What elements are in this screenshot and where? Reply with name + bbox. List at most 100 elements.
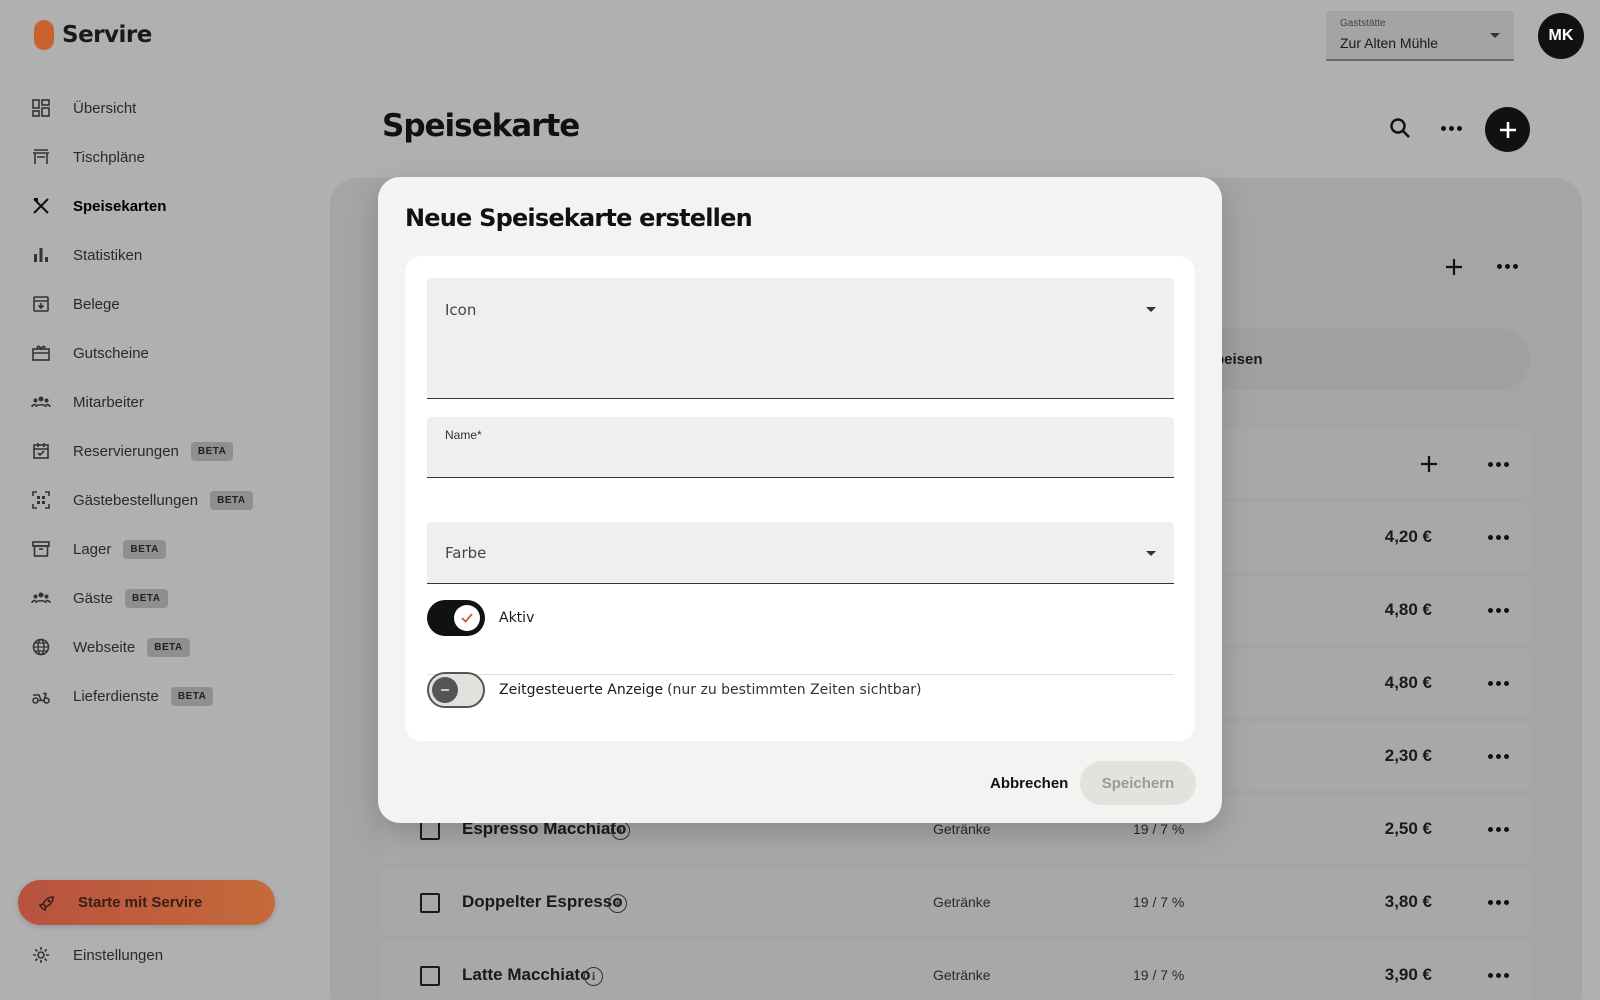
row-checkbox[interactable] xyxy=(420,966,440,986)
name-field[interactable]: Name* xyxy=(427,417,1174,478)
dashboard-icon xyxy=(30,97,52,119)
dialog-form: Icon Name* Farbe Aktiv Zeitgesteuerte An… xyxy=(405,256,1195,741)
row-more-icon[interactable] xyxy=(1486,965,1510,985)
row-checkbox[interactable] xyxy=(420,893,440,913)
info-icon[interactable]: i xyxy=(608,894,627,913)
app-logo[interactable]: Servire xyxy=(34,20,152,50)
staff-icon xyxy=(30,391,52,413)
icon-select[interactable]: Icon xyxy=(427,278,1174,399)
beta-badge: BETA xyxy=(123,539,166,559)
sidebar-item-lieferdienste[interactable]: Lieferdienste BETA xyxy=(30,680,320,712)
archive-icon xyxy=(30,538,52,560)
sidebar-item-label: Übersicht xyxy=(73,99,137,117)
row-more-icon[interactable] xyxy=(1486,673,1510,693)
info-icon[interactable]: i xyxy=(584,967,603,986)
beta-badge: BETA xyxy=(190,441,234,461)
sidebar-item-belege[interactable]: Belege xyxy=(30,288,320,320)
gear-icon xyxy=(30,944,52,966)
timed-toggle-row: Zeitgesteuerte Anzeige (nur zu bestimmte… xyxy=(427,670,1174,710)
item-tax: 19 / 7 % xyxy=(1133,821,1185,837)
add-item-icon[interactable] xyxy=(1420,455,1438,477)
color-select[interactable]: Farbe xyxy=(427,522,1174,584)
add-category-icon[interactable] xyxy=(1444,257,1464,277)
row-more-icon[interactable] xyxy=(1486,892,1510,912)
row-more-icon[interactable] xyxy=(1486,819,1510,839)
save-button[interactable]: Speichern xyxy=(1080,761,1196,805)
header-more-icon[interactable] xyxy=(1486,454,1510,474)
item-price: 3,90 € xyxy=(1384,965,1432,984)
active-toggle-label: Aktiv xyxy=(499,610,535,626)
sidebar-item-label: Statistiken xyxy=(73,246,143,264)
sidebar-item-label: Tischpläne xyxy=(73,148,145,166)
category-more-icon[interactable] xyxy=(1497,264,1518,269)
timed-display-toggle[interactable] xyxy=(427,672,485,708)
item-category: Getränke xyxy=(933,821,991,837)
chevron-down-icon xyxy=(1490,33,1500,38)
item-name: Latte Macchiato xyxy=(462,965,591,984)
sidebar-item-speisekarten[interactable]: Speisekarten xyxy=(30,190,320,222)
item-price: 4,80 € xyxy=(1384,673,1432,692)
check-icon xyxy=(454,605,480,631)
sidebar-item-label: Gäste xyxy=(73,589,114,607)
row-more-icon[interactable] xyxy=(1486,527,1510,547)
row-checkbox[interactable] xyxy=(420,820,440,840)
sidebar-item-mitarbeiter[interactable]: Mitarbeiter xyxy=(30,386,320,418)
item-name: Doppelter Espresso xyxy=(462,892,623,911)
calendar-icon xyxy=(30,440,52,462)
table-row[interactable]: Doppelter Espresso i Getränke 19 / 7 % 3… xyxy=(382,868,1530,936)
cancel-button[interactable]: Abbrechen xyxy=(990,775,1068,792)
more-options-icon[interactable] xyxy=(1441,126,1462,131)
sidebar-item-gutscheine[interactable]: Gutscheine xyxy=(30,337,320,369)
bar-chart-icon xyxy=(30,244,52,266)
sidebar-item-lager[interactable]: Lager BETA xyxy=(30,533,320,565)
sidebar-item-statistiken[interactable]: Statistiken xyxy=(30,239,320,271)
venue-select[interactable]: Gaststätte Zur Alten Mühle xyxy=(1326,11,1514,61)
guests-icon xyxy=(30,587,52,609)
sidebar-item-label: Mitarbeiter xyxy=(73,393,144,411)
start-servire-label: Starte mit Servire xyxy=(78,894,203,911)
icon-select-label: Icon xyxy=(445,301,477,319)
qr-code-icon xyxy=(30,489,52,511)
beta-badge: BETA xyxy=(210,490,253,510)
sidebar-item-label: Belege xyxy=(73,295,120,313)
sidebar-item-einstellungen[interactable]: Einstellungen xyxy=(30,944,163,966)
sidebar-item-label: Speisekarten xyxy=(73,197,167,215)
logo-mark-icon xyxy=(34,20,54,50)
name-input[interactable] xyxy=(445,447,1145,469)
chevron-down-icon xyxy=(1146,551,1156,556)
active-toggle[interactable] xyxy=(427,600,485,636)
search-icon[interactable] xyxy=(1387,115,1413,141)
item-tax: 19 / 7 % xyxy=(1133,967,1185,983)
row-more-icon[interactable] xyxy=(1486,600,1510,620)
sidebar-item-label: Gutscheine xyxy=(73,344,149,362)
row-more-icon[interactable] xyxy=(1486,746,1510,766)
beta-badge: BETA xyxy=(125,588,168,608)
sidebar-item-gaestebestellungen[interactable]: Gästebestellungen BETA xyxy=(30,484,320,516)
sidebar-item-reservierungen[interactable]: Reservierungen BETA xyxy=(30,435,320,467)
sidebar-item-label: Lager xyxy=(73,540,112,558)
color-select-label: Farbe xyxy=(445,544,487,562)
sidebar-item-webseite[interactable]: Webseite BETA xyxy=(30,631,320,663)
table-row[interactable]: Latte Macchiato i Getränke 19 / 7 % 3,90… xyxy=(382,941,1530,1000)
add-menu-button[interactable] xyxy=(1485,107,1530,152)
timed-toggle-hint: (nur zu bestimmten Zeiten sichtbar) xyxy=(667,682,922,698)
sidebar-item-tischplaene[interactable]: Tischpläne xyxy=(30,141,320,173)
sidebar-item-gaeste[interactable]: Gäste BETA xyxy=(30,582,320,614)
sidebar-item-label: Gästebestellungen xyxy=(73,491,199,509)
sidebar-item-label: Lieferdienste xyxy=(73,687,159,705)
start-servire-button[interactable]: Starte mit Servire xyxy=(18,880,275,925)
settings-label: Einstellungen xyxy=(73,946,164,964)
timed-toggle-label: Zeitgesteuerte Anzeige xyxy=(499,682,664,698)
avatar[interactable]: MK xyxy=(1538,13,1584,59)
item-tax: 19 / 7 % xyxy=(1133,894,1185,910)
item-price: 2,30 € xyxy=(1384,746,1432,765)
category-tab-label[interactable]: peisen xyxy=(1215,351,1263,368)
app-name: Servire xyxy=(62,22,152,48)
receipt-icon xyxy=(30,293,52,315)
item-category: Getränke xyxy=(933,967,991,983)
sidebar: Servire Übersicht Tischpläne Speisekarte… xyxy=(0,0,330,1000)
info-icon[interactable]: i xyxy=(611,821,630,840)
item-price: 2,50 € xyxy=(1384,819,1432,838)
sidebar-item-uebersicht[interactable]: Übersicht xyxy=(30,92,320,124)
item-category: Getränke xyxy=(933,894,991,910)
